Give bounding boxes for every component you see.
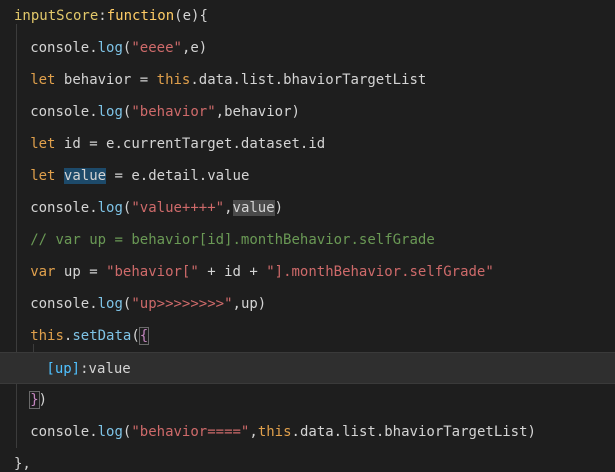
code-line[interactable]: console.log("eeee",e) (0, 32, 615, 64)
code-token: "].monthBehavior.selfGrade" (266, 264, 494, 280)
code-token: { (138, 327, 150, 345)
code-token: "value++++" (131, 200, 225, 216)
code-token: let (30, 136, 56, 152)
code-line[interactable]: // var up = behavior[id].monthBehavior.s… (0, 224, 615, 256)
code-token: let (30, 72, 56, 88)
code-token: + id + (198, 264, 267, 280)
code-line[interactable]: console.log("value++++",value) (0, 192, 615, 224)
code-token: :value (80, 361, 131, 377)
code-token: this (156, 72, 191, 88)
code-token: ) (38, 392, 48, 408)
code-token: "eeee" (131, 40, 182, 56)
code-token: console. (30, 296, 98, 312)
code-token: ) (274, 200, 284, 216)
code-line[interactable]: let id = e.currentTarget.dataset.id (0, 128, 615, 160)
code-token: behavior = (55, 72, 157, 88)
code-token: log (97, 200, 123, 216)
code-line[interactable]: }) (0, 384, 615, 416)
code-token: console. (30, 104, 98, 120)
code-token: up = (55, 264, 107, 280)
code-token: inputScore (14, 8, 99, 24)
code-token: id = e.currentTarget.dataset.id (55, 136, 326, 152)
code-editor[interactable]: inputScore:function(e){console.log("eeee… (0, 0, 615, 472)
code-token: , (224, 200, 233, 216)
code-token: // var up = behavior[id].monthBehavior.s… (30, 232, 435, 248)
code-token: console. (30, 40, 98, 56)
code-token: function (106, 8, 175, 24)
code-token: console. (30, 200, 98, 216)
code-token: .data.list.bhaviorTargetList) (291, 424, 536, 440)
code-token: log (97, 104, 123, 120)
code-token: log (97, 40, 123, 56)
code-token: "up>>>>>>>>" (131, 296, 233, 312)
code-token: this (30, 328, 64, 344)
code-line[interactable]: this.setData({ (0, 320, 615, 352)
code-token: log (97, 296, 123, 312)
code-line[interactable]: let behavior = this.data.list.bhaviorTar… (0, 64, 615, 96)
code-line[interactable]: inputScore:function(e){ (0, 0, 615, 32)
code-token: } (29, 391, 40, 409)
code-line[interactable]: console.log("behavior",behavior) (0, 96, 615, 128)
code-line[interactable]: var up = "behavior[" + id + "].monthBeha… (0, 256, 615, 288)
code-token: value (232, 200, 275, 216)
code-token: log (97, 424, 123, 440)
code-token: (e){ (174, 8, 208, 24)
code-token: console. (30, 424, 98, 440)
code-line[interactable]: console.log("up>>>>>>>>",up) (0, 288, 615, 320)
code-token: setData (72, 328, 132, 344)
code-token: ( (131, 328, 140, 344)
code-token: let (30, 168, 56, 184)
code-line[interactable]: [up]:value (0, 352, 615, 384)
code-token: [up] (46, 361, 81, 377)
code-token: "behavior" (131, 104, 216, 120)
code-line[interactable]: console.log("behavior====",this.data.lis… (0, 416, 615, 448)
code-token: }, (14, 456, 31, 472)
code-line[interactable]: }, (0, 448, 615, 472)
code-token: .data.list.bhaviorTargetList (190, 72, 427, 88)
code-token: ,e) (181, 40, 208, 56)
code-token: ,behavior) (215, 104, 300, 120)
code-token: "behavior[" (106, 264, 199, 280)
code-token: = e.detail.value (106, 168, 250, 184)
code-token: : (98, 8, 107, 24)
code-token: , (249, 424, 258, 440)
code-token: this (257, 424, 292, 440)
code-token: var (30, 264, 56, 280)
code-token: "behavior====" (131, 424, 250, 440)
code-token: ,up) (232, 296, 267, 312)
code-token: value (63, 168, 107, 184)
code-line[interactable]: let value = e.detail.value (0, 160, 615, 192)
